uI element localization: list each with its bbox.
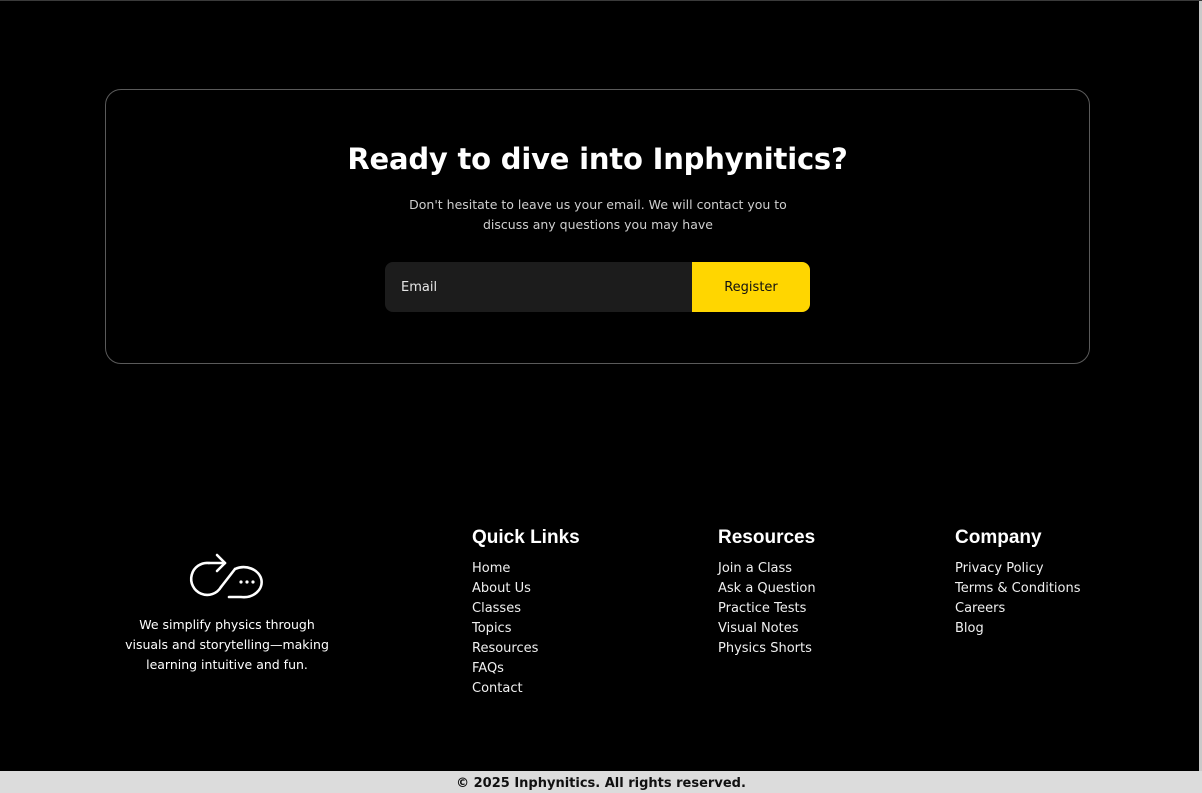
- footer-link-resources[interactable]: Resources: [472, 639, 580, 659]
- footer-link-blog[interactable]: Blog: [955, 619, 1081, 639]
- footer-link-practice-tests[interactable]: Practice Tests: [718, 599, 816, 619]
- footer-link-visual-notes[interactable]: Visual Notes: [718, 619, 816, 639]
- cta-subtitle: Don't hesitate to leave us your email. W…: [409, 197, 787, 232]
- quick-links-heading: Quick Links: [472, 527, 580, 548]
- register-button[interactable]: Register: [692, 262, 810, 312]
- footer-link-terms-conditions[interactable]: Terms & Conditions: [955, 579, 1081, 599]
- brand-tagline: We simplify physics through visuals and …: [125, 617, 329, 672]
- footer-link-topics[interactable]: Topics: [472, 619, 580, 639]
- footer-link-classes[interactable]: Classes: [472, 599, 580, 619]
- footer-resources: Resources Join a Class Ask a Question Pr…: [718, 527, 816, 659]
- footer-link-join-a-class[interactable]: Join a Class: [718, 559, 816, 579]
- footer-brand: We simplify physics through visuals and …: [118, 549, 336, 675]
- footer-link-physics-shorts[interactable]: Physics Shorts: [718, 639, 816, 659]
- footer-quick-links: Quick Links Home About Us Classes Topics…: [472, 527, 580, 699]
- footer-link-privacy-policy[interactable]: Privacy Policy: [955, 559, 1081, 579]
- footer-link-about-us[interactable]: About Us: [472, 579, 580, 599]
- page: Ready to dive into Inphynitics? Don't he…: [0, 0, 1202, 793]
- resources-heading: Resources: [718, 527, 816, 548]
- company-heading: Company: [955, 527, 1042, 548]
- cta-title: Ready to dive into Inphynitics?: [347, 142, 848, 176]
- footer-link-contact[interactable]: Contact: [472, 679, 580, 699]
- footer-link-home[interactable]: Home: [472, 559, 580, 579]
- footer-link-careers[interactable]: Careers: [955, 599, 1081, 619]
- email-input[interactable]: [385, 262, 692, 312]
- copyright-bar: © 2025 Inphynitics. All rights reserved.: [0, 771, 1202, 793]
- infinity-arrow-chat-icon: [189, 553, 263, 599]
- footer-company: Company Privacy Policy Terms & Condition…: [955, 527, 1081, 639]
- footer-link-ask-a-question[interactable]: Ask a Question: [718, 579, 816, 599]
- footer-link-faqs[interactable]: FAQs: [472, 659, 580, 679]
- cta-card: Ready to dive into Inphynitics? Don't he…: [105, 89, 1090, 364]
